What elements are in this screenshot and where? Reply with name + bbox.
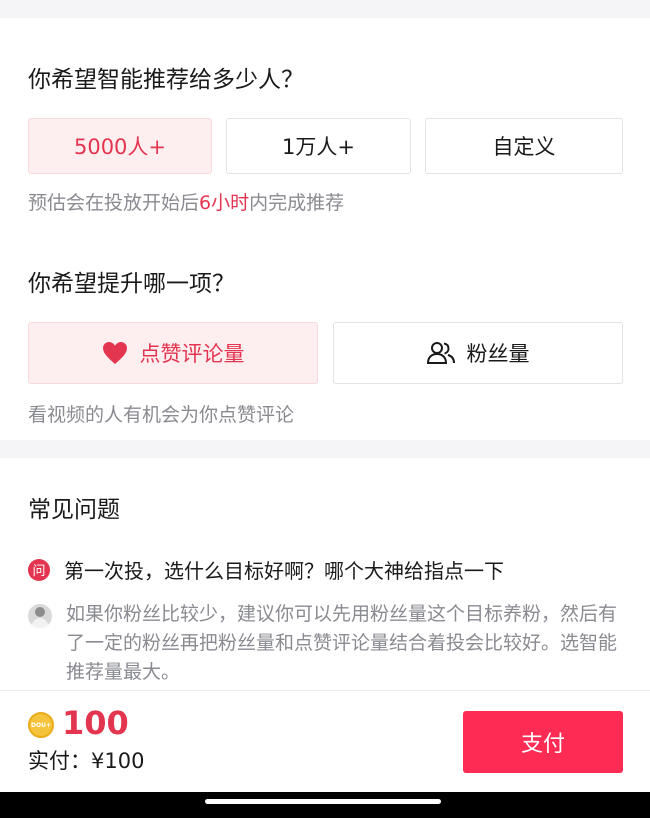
- goal-option-label: 粉丝量: [466, 342, 530, 366]
- hint-duration: 6小时: [199, 192, 250, 214]
- audience-option-10000[interactable]: 1万人+: [226, 118, 411, 174]
- goal-question-title: 你希望提升哪一项？: [28, 271, 235, 297]
- faq-answer: 如果你粉丝比较少，建议你可以先用粉丝量这个目标养粉，然后有了一定的粉丝再把粉丝量…: [66, 603, 618, 683]
- audience-option-5000[interactable]: 5000人+: [28, 118, 212, 174]
- faq-answer-row: 如果你粉丝比较少，建议你可以先用粉丝量这个目标养粉，然后有了一定的粉丝再把粉丝量…: [28, 600, 621, 687]
- goal-option-label: 点赞评论量: [139, 342, 245, 366]
- audience-hint: 预估会在投放开始后6小时内完成推荐: [28, 188, 344, 215]
- goal-option-likes-comments[interactable]: 点赞评论量: [28, 322, 318, 384]
- paid-amount: 实付：¥100: [28, 749, 145, 773]
- goal-option-followers[interactable]: 粉丝量: [333, 322, 623, 384]
- home-indicator[interactable]: [205, 799, 441, 804]
- faq-title: 常见问题: [28, 497, 120, 523]
- section-divider: [0, 440, 650, 458]
- heart-icon: [102, 341, 128, 365]
- system-bottom-bar: [0, 792, 650, 818]
- audience-option-custom[interactable]: 自定义: [425, 118, 623, 174]
- audience-question-title: 你希望智能推荐给多少人？: [28, 67, 304, 93]
- answerer-avatar: [28, 604, 52, 628]
- hint-suffix: 内完成推荐: [249, 192, 345, 214]
- top-divider: [0, 0, 650, 18]
- faq-question: 第一次投，选什么目标好啊？哪个大神给指点一下: [64, 559, 504, 583]
- users-icon: [426, 341, 455, 365]
- faq-question-row[interactable]: 问 第一次投，选什么目标好啊？哪个大神给指点一下: [28, 555, 504, 584]
- goal-hint: 看视频的人有机会为你点赞评论: [28, 404, 295, 426]
- dou-coin-icon: DOU+: [28, 712, 54, 738]
- footer-divider: [0, 690, 650, 691]
- question-badge-icon: 问: [28, 558, 50, 581]
- hint-prefix: 预估会在投放开始后: [28, 192, 200, 214]
- pay-button[interactable]: 支付: [463, 711, 623, 773]
- coin-amount: 100: [62, 704, 129, 742]
